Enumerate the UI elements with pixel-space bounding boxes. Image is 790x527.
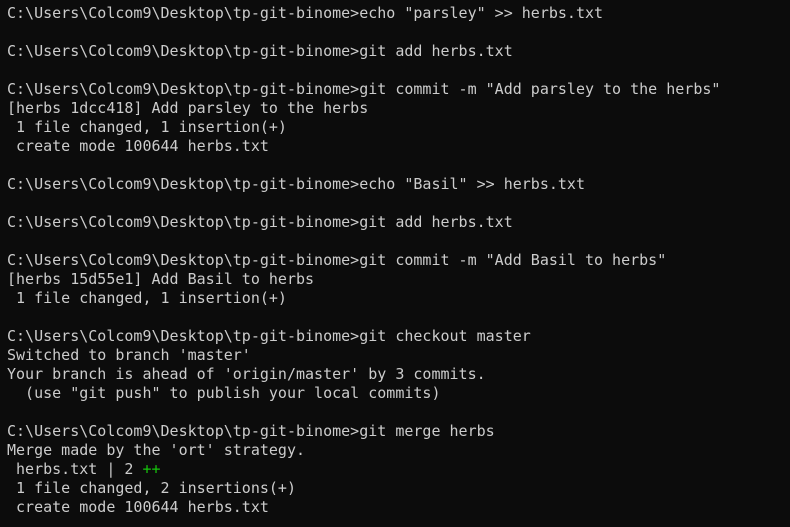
output-line: 1 file changed, 1 insertion(+) <box>7 118 287 136</box>
output-line: Your branch is ahead of 'origin/master' … <box>7 365 486 383</box>
output-line: C:\Users\Colcom9\Desktop\tp-git-binome>g… <box>7 422 495 440</box>
output-line: C:\Users\Colcom9\Desktop\tp-git-binome>e… <box>7 4 604 22</box>
output-line: Merge made by the 'ort' strategy. <box>7 441 306 459</box>
output-line: 1 file changed, 2 insertions(+) <box>7 479 296 497</box>
output-line: create mode 100644 herbs.txt <box>7 498 269 516</box>
output-line: C:\Users\Colcom9\Desktop\tp-git-binome>e… <box>7 175 585 193</box>
output-line: C:\Users\Colcom9\Desktop\tp-git-binome>g… <box>7 213 513 231</box>
output-line: create mode 100644 herbs.txt <box>7 137 269 155</box>
diffstat-file: herbs.txt | 2 <box>7 460 143 478</box>
output-line: [herbs 15d55e1] Add Basil to herbs <box>7 270 315 288</box>
output-line: C:\Users\Colcom9\Desktop\tp-git-binome>g… <box>7 42 513 60</box>
output-line: C:\Users\Colcom9\Desktop\tp-git-binome>g… <box>7 251 667 269</box>
diffstat-plus-marks: ++ <box>142 460 161 478</box>
output-line: [herbs 1dcc418] Add parsley to the herbs <box>7 99 369 117</box>
output-line: C:\Users\Colcom9\Desktop\tp-git-binome>g… <box>7 327 531 345</box>
diffstat-line: herbs.txt | 2 ++ <box>7 460 790 479</box>
output-line: Switched to branch 'master' <box>7 346 251 364</box>
output-line: C:\Users\Colcom9\Desktop\tp-git-binome>g… <box>7 80 721 98</box>
output-line: (use "git push" to publish your local co… <box>7 384 441 402</box>
output-line: 1 file changed, 1 insertion(+) <box>7 289 287 307</box>
terminal-window[interactable]: C:\Users\Colcom9\Desktop\tp-git-binome>e… <box>0 0 790 527</box>
